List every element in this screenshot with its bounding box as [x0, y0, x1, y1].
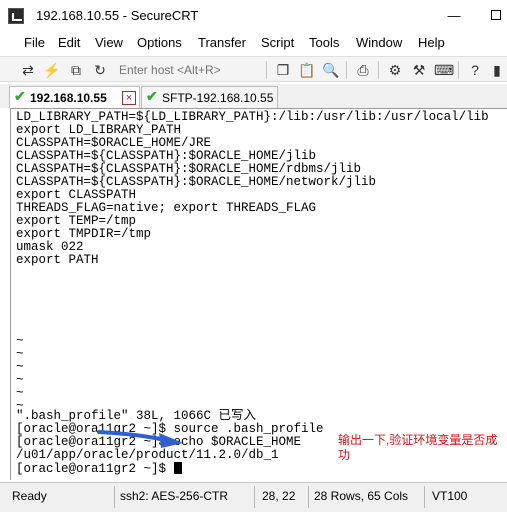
- maximize-button[interactable]: [486, 6, 506, 26]
- menu-window[interactable]: Window: [356, 35, 402, 50]
- menu-view[interactable]: View: [95, 35, 123, 50]
- tab-label: 192.168.10.55: [30, 91, 107, 105]
- keymap-icon[interactable]: ⌨: [434, 61, 454, 79]
- menu-bar: File Edit View Options Transfer Script T…: [0, 32, 507, 54]
- menu-help[interactable]: Help: [418, 35, 445, 50]
- terminal-prompt-line: [oracle@ora11gr2 ~]$: [16, 462, 182, 476]
- status-separator: [424, 486, 425, 508]
- toolbar-separator: [378, 61, 379, 79]
- status-cursor-position: 28, 22: [262, 489, 296, 503]
- find-icon[interactable]: 🔍: [322, 61, 340, 79]
- title-bar: 192.168.10.55 - SecureCRT —: [0, 0, 507, 32]
- toolbar-separator: [458, 61, 459, 79]
- menu-script[interactable]: Script: [261, 35, 294, 50]
- terminal-cursor: [173, 462, 182, 474]
- tab-session-192-168-10-55[interactable]: ✔ 192.168.10.55 ×: [9, 86, 140, 108]
- annotation-note: 输出一下,验证环境变量是否成功: [338, 433, 498, 462]
- menu-edit[interactable]: Edit: [58, 35, 80, 50]
- tab-label: SFTP-192.168.10.55: [162, 91, 274, 105]
- toolbar-separator: [346, 61, 347, 79]
- minimize-button[interactable]: —: [444, 6, 464, 26]
- status-separator: [308, 486, 309, 508]
- annotation-arrow-icon: [97, 430, 183, 448]
- paste-icon[interactable]: 📋: [298, 61, 316, 79]
- securecrt-app-icon: [8, 8, 24, 24]
- status-terminal-size: 28 Rows, 65 Cols: [314, 489, 409, 503]
- tab-sftp-session[interactable]: ✔ SFTP-192.168.10.55: [141, 86, 278, 108]
- host-input[interactable]: [115, 60, 265, 80]
- quick-connect-icon[interactable]: ⚡: [43, 61, 61, 79]
- menu-transfer[interactable]: Transfer: [198, 35, 246, 50]
- status-separator: [114, 486, 115, 508]
- status-bar: Ready ssh2: AES-256-CTR 28, 22 28 Rows, …: [0, 482, 507, 512]
- connect-icon[interactable]: ⇄: [19, 61, 37, 79]
- context-help-icon[interactable]: ▮: [488, 61, 506, 79]
- toolbar: ⇄ ⚡ ⧉ ↻ ❐ 📋 🔍 ⎙ ⚙ ⚒ ⌨ ? ▮: [0, 56, 507, 82]
- terminal-output[interactable]: LD_LIBRARY_PATH=${LD_LIBRARY_PATH}:/lib:…: [10, 108, 507, 480]
- settings-icon[interactable]: ⚙: [386, 61, 404, 79]
- status-terminal-type: VT100: [432, 489, 468, 503]
- prompt-text: [oracle@ora11gr2 ~]$: [16, 462, 174, 476]
- help-icon[interactable]: ?: [466, 61, 484, 79]
- terminal-line: export PATH: [16, 253, 99, 267]
- menu-options[interactable]: Options: [137, 35, 182, 50]
- print-icon[interactable]: ⎙: [354, 61, 372, 79]
- menu-tools[interactable]: Tools: [309, 35, 339, 50]
- window-title: 192.168.10.55 - SecureCRT: [36, 8, 199, 23]
- connected-check-icon: ✔: [14, 88, 26, 104]
- close-tab-icon[interactable]: ×: [122, 91, 136, 105]
- connect-tab-icon[interactable]: ⧉: [67, 61, 85, 79]
- session-options-icon[interactable]: ⚒: [410, 61, 428, 79]
- menu-file[interactable]: File: [24, 35, 45, 50]
- copy-icon[interactable]: ❐: [274, 61, 292, 79]
- maximize-icon: [491, 10, 501, 20]
- session-tab-strip: ✔ 192.168.10.55 × ✔ SFTP-192.168.10.55: [0, 84, 507, 108]
- toolbar-separator: [266, 61, 267, 79]
- connected-check-icon: ✔: [146, 88, 158, 104]
- status-ready: Ready: [12, 489, 47, 503]
- reconnect-icon[interactable]: ↻: [91, 61, 109, 79]
- status-separator: [254, 486, 255, 508]
- terminal-output-line: /u01/app/oracle/product/11.2.0/db_1: [16, 448, 279, 462]
- status-cipher: ssh2: AES-256-CTR: [120, 489, 229, 503]
